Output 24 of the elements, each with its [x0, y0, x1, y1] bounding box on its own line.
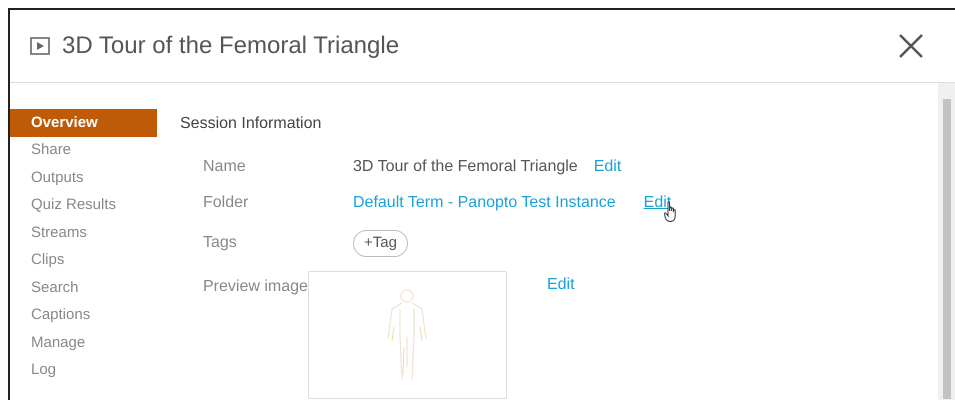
edit-link[interactable]: Edit	[546, 276, 575, 293]
sidebar-item[interactable]: Search	[10, 274, 157, 302]
field-label: Folder	[203, 193, 250, 213]
sidebar-item[interactable]: Log	[10, 356, 157, 384]
close-icon	[898, 33, 924, 59]
section-heading: Session Information	[180, 114, 322, 134]
sidebar-item[interactable]: Clips	[10, 246, 157, 274]
field-label: Name	[203, 157, 247, 177]
field-label: Preview image	[203, 278, 308, 295]
add-tag-button[interactable]: +Tag	[353, 230, 408, 256]
edit-link[interactable]: Edit	[594, 158, 622, 175]
sidebar-item[interactable]: Streams	[10, 219, 157, 246]
sidebar-item[interactable]: Captions	[10, 302, 157, 329]
dialog-title: 3D Tour of the Femoral Triangle	[62, 31, 400, 61]
folder-link[interactable]: Default Term - Panopto Test Instance	[353, 191, 616, 215]
sidebar-item[interactable]: Manage	[10, 329, 157, 356]
field-label: Tags	[203, 233, 238, 253]
sidebar-item[interactable]: Overview	[10, 109, 157, 136]
play-icon	[30, 37, 50, 55]
sidebar-item[interactable]: Share	[10, 136, 157, 164]
scrollbar[interactable]	[938, 83, 955, 400]
sidebar-item[interactable]: Outputs	[10, 164, 157, 192]
field-value: 3D Tour of the Femoral Triangle	[353, 157, 578, 177]
sidebar-item[interactable]: Quiz Results	[10, 192, 157, 219]
